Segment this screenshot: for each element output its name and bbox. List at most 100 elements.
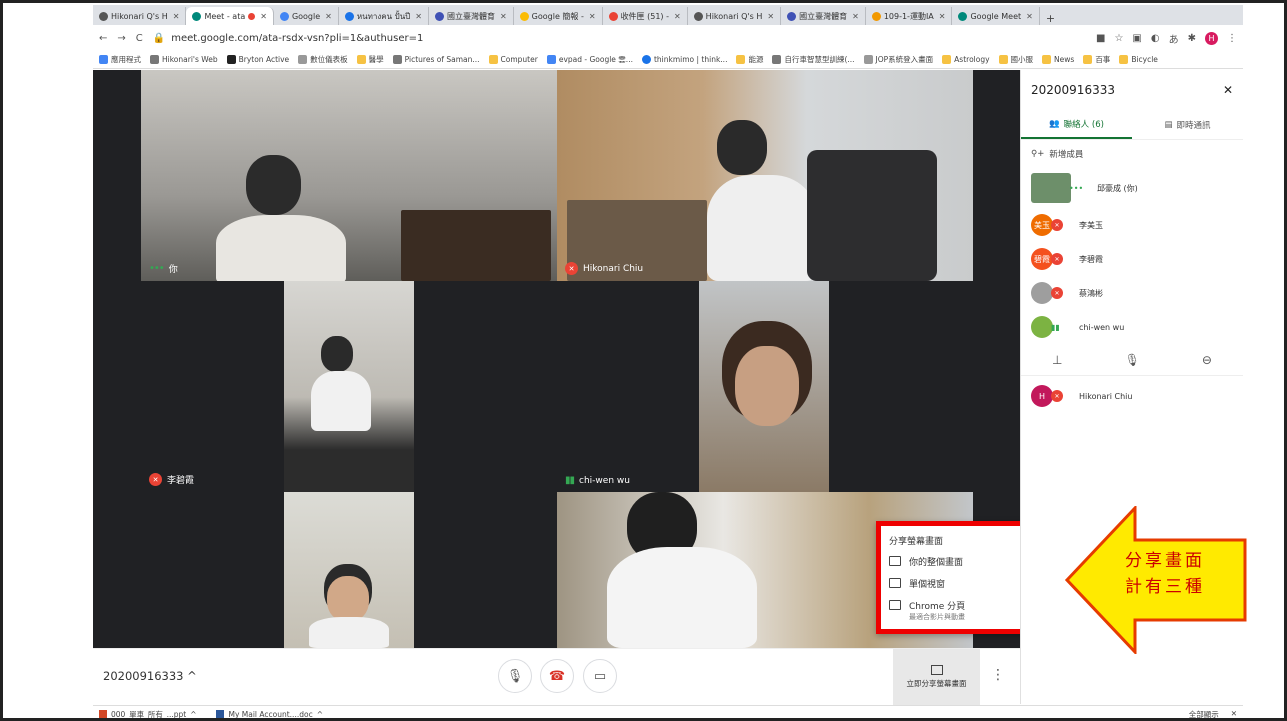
tab-title: Meet - ata	[204, 11, 246, 21]
powerpoint-file-icon	[99, 709, 107, 718]
option-label: 單個視窗	[909, 580, 946, 590]
remove-icon[interactable]: ⊖	[1202, 353, 1212, 367]
video-tile[interactable]: ✕ 李碧霞	[141, 281, 557, 492]
browser-tab-active[interactable]: Meet - ata ✕	[186, 7, 274, 25]
reload-button[interactable]: C	[136, 33, 143, 44]
pin-icon[interactable]: ⊥	[1052, 353, 1062, 367]
participant-row[interactable]: ▮▮ chi-wen wu	[1021, 310, 1243, 344]
bookmark-item[interactable]: Bicycle	[1119, 55, 1158, 64]
browser-tab[interactable]: Google Meet ✕	[952, 7, 1040, 25]
url-field[interactable]: 🔒 meet.google.com/ata-rsdx-vsn?pli=1&aut…	[153, 33, 1086, 44]
participant-row[interactable]: ••• 邱豪成 (你)	[1021, 168, 1243, 208]
tab-close-icon[interactable]: ✕	[674, 12, 681, 21]
tab-favicon-icon	[871, 11, 881, 21]
present-now-button[interactable]: 立即分享螢幕畫面	[893, 649, 980, 705]
chevron-up-icon[interactable]: ^	[317, 710, 323, 719]
star-icon[interactable]: ☆	[1114, 33, 1123, 44]
tab-close-icon[interactable]: ✕	[1026, 12, 1033, 21]
translate-icon[interactable]: あ	[1169, 31, 1179, 46]
browser-tab[interactable]: หนทางคน ปั้นปี ✕	[339, 7, 429, 25]
participant-row[interactable]: 碧霞 ✕ 李碧霞	[1021, 242, 1243, 276]
tab-close-icon[interactable]: ✕	[325, 12, 332, 21]
participant-row[interactable]: ✕ 蔡鴻彬	[1021, 276, 1243, 310]
camera-button[interactable]: ▭	[583, 659, 617, 693]
share-window-option[interactable]: 單個視窗	[889, 577, 1021, 590]
tab-close-icon[interactable]: ✕	[173, 12, 180, 21]
video-tile[interactable]	[141, 492, 557, 648]
bookmark-item[interactable]: Computer	[488, 55, 538, 64]
bookmark-item[interactable]: thinkmimo | think...	[641, 55, 727, 64]
participant-list: H ✕ Hikonari Chiu	[1021, 376, 1243, 416]
back-button[interactable]: ←	[99, 33, 107, 44]
participant-row[interactable]: H ✕ Hikonari Chiu	[1021, 376, 1243, 416]
bookmark-item[interactable]: 應用程式	[99, 54, 141, 65]
meeting-code: 20200916333	[103, 669, 184, 683]
share-entire-screen-option[interactable]: 你的整個畫面	[889, 555, 1021, 568]
profile-avatar[interactable]: H	[1205, 31, 1218, 45]
tab-close-icon[interactable]: ✕	[500, 12, 507, 21]
present-screen-icon	[930, 665, 943, 675]
video-tile[interactable]: ✕ Hikonari Chiu	[557, 70, 973, 281]
menu-kebab-icon[interactable]: ⋮	[1227, 33, 1237, 44]
tab-chat[interactable]: ▤ 即時通訊	[1132, 110, 1243, 139]
microphone-button[interactable]: 🎙	[498, 659, 532, 693]
video-tile-self[interactable]: ••• 你	[141, 70, 557, 281]
dashboard-icon	[298, 55, 308, 64]
download-item[interactable]: 000_單車_所有_...ppt ^	[99, 709, 196, 719]
monitor-icon	[889, 556, 901, 566]
tile-name-tag: ✕ Hikonari Chiu	[565, 262, 643, 275]
tab-close-icon[interactable]: ✕	[767, 12, 774, 21]
bookmark-item[interactable]: evpad - Google 雲...	[546, 54, 633, 65]
bookmark-item[interactable]: JOP系統登入畫面	[863, 54, 933, 65]
bookmark-item[interactable]: 國小服	[998, 54, 1033, 65]
more-options-icon[interactable]: ⋮	[991, 667, 1005, 683]
puzzle-icon[interactable]: ✱	[1188, 33, 1196, 44]
tab-close-icon[interactable]: ✕	[852, 12, 859, 21]
meeting-details-toggle[interactable]: 20200916333 ^	[103, 669, 197, 683]
new-tab-button[interactable]: +	[1040, 12, 1061, 25]
bookmark-item[interactable]: 醫學	[356, 54, 384, 65]
close-icon[interactable]: ✕	[1223, 83, 1233, 97]
browser-tab[interactable]: 109-1-運動IA ✕	[866, 7, 953, 25]
bookmark-item[interactable]: 能源	[736, 54, 763, 65]
mute-icon[interactable]: 🎙	[1125, 353, 1140, 367]
participant-figure	[327, 576, 369, 622]
tab-favicon-icon	[693, 11, 703, 21]
bookmark-item[interactable]: Bryton Active	[226, 55, 289, 64]
browser-tab[interactable]: Hikonari Q's H ✕	[688, 7, 782, 25]
tab-close-icon[interactable]: ✕	[939, 12, 946, 21]
download-item[interactable]: My Mail Account....doc ^	[216, 709, 323, 719]
close-downloads-button[interactable]: ✕	[1231, 709, 1237, 719]
browser-tab[interactable]: 國立臺灣體育 ✕	[429, 7, 514, 25]
bookmark-item[interactable]: Astrology	[942, 55, 990, 64]
tab-close-icon[interactable]: ✕	[415, 12, 422, 21]
video-camera-icon: ▭	[593, 668, 607, 684]
show-all-button[interactable]: 全部顯示	[1189, 709, 1219, 719]
browser-tab[interactable]: Hikonari Q's H ✕	[93, 7, 187, 25]
forward-button[interactable]: →	[117, 33, 125, 44]
extension-icon[interactable]: ◐	[1151, 33, 1160, 44]
bookmark-item[interactable]: 自行車智慧型訓練(...	[772, 54, 855, 65]
tab-close-icon[interactable]: ✕	[589, 12, 596, 21]
bookmark-item[interactable]: 數位儀表板	[298, 54, 348, 65]
browser-tab[interactable]: Google ✕	[274, 7, 339, 25]
extension-icon[interactable]: ▣	[1132, 33, 1141, 44]
camera-icon[interactable]: ■	[1096, 33, 1105, 44]
browser-tab[interactable]: Google 簡報 - ✕	[514, 7, 603, 25]
tab-close-icon[interactable]: ✕	[260, 12, 267, 21]
browser-tab[interactable]: 收件匣 (51) - ✕	[603, 7, 688, 25]
participant-row[interactable]: 美玉 ✕ 李美玉	[1021, 208, 1243, 242]
bookmark-item[interactable]: News	[1042, 55, 1074, 64]
video-tile[interactable]: ▮▮ chi-wen wu	[557, 281, 973, 492]
chevron-up-icon[interactable]: ^	[190, 710, 196, 719]
bookmark-label: evpad - Google 雲...	[558, 55, 633, 64]
tile-name-tag: ▮▮ chi-wen wu	[565, 475, 630, 486]
bookmark-item[interactable]: Hikonari's Web	[150, 55, 218, 64]
tab-people[interactable]: 👥 聯絡人 (6)	[1021, 110, 1132, 139]
bookmark-item[interactable]: Pictures of Saman...	[392, 55, 480, 64]
leave-call-button[interactable]: ☎	[540, 659, 574, 693]
bookmark-item[interactable]: 百事	[1083, 54, 1110, 65]
add-people-button[interactable]: ⚲+ 新增成員	[1021, 140, 1243, 168]
share-chrome-tab-option[interactable]: Chrome 分頁 最適合影片與動畫	[889, 599, 1021, 622]
browser-tab[interactable]: 國立臺灣體育 ✕	[781, 7, 866, 25]
